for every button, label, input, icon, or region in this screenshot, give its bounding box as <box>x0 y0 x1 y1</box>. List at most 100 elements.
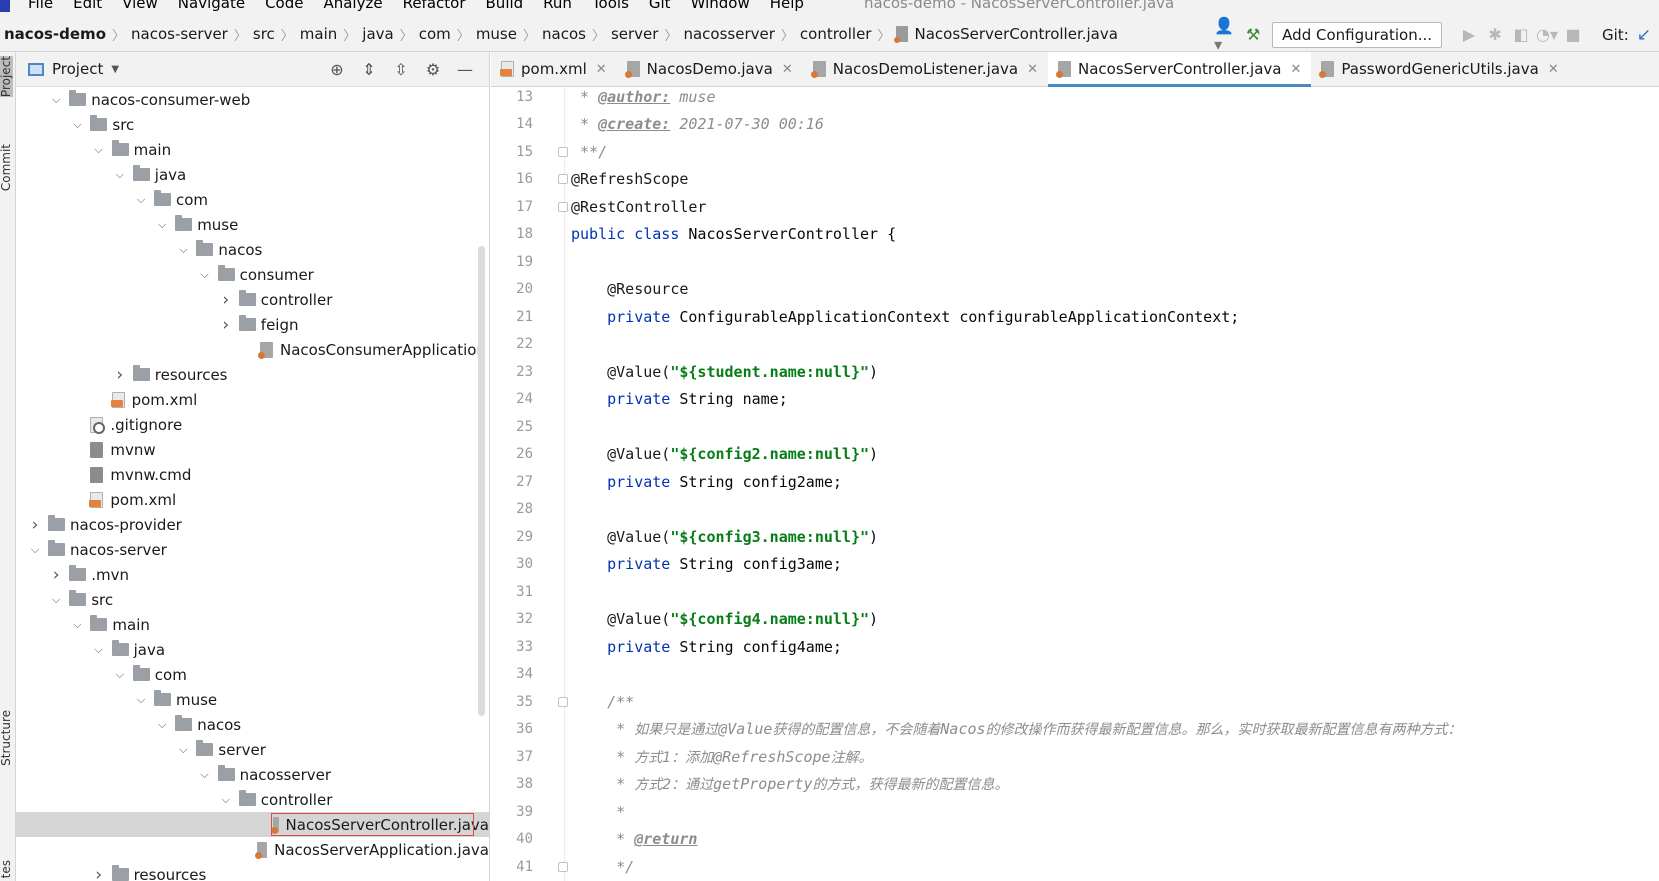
tree-item[interactable]: › resources <box>16 362 489 387</box>
chevron-right-icon[interactable]: › <box>113 365 127 385</box>
tree-item[interactable]: ⌵ main <box>16 137 489 162</box>
breadcrumb-item[interactable]: src <box>253 25 275 43</box>
code-editor[interactable]: 13 * @author: muse 14 * @create: 2021-07-… <box>491 88 1659 881</box>
close-icon[interactable]: ✕ <box>782 62 793 77</box>
close-icon[interactable]: ✕ <box>1548 62 1559 77</box>
chevron-right-icon[interactable]: › <box>49 565 63 585</box>
menu-item-run[interactable]: Run <box>543 0 572 12</box>
chevron-down-icon[interactable]: ⌵ <box>134 193 148 207</box>
close-icon[interactable]: ✕ <box>596 62 607 77</box>
project-tool-tab[interactable]: Project <box>0 56 13 98</box>
breadcrumb-item[interactable]: com <box>419 25 451 43</box>
menu-item-help[interactable]: Help <box>770 0 804 12</box>
tree-item[interactable]: › nacos-provider <box>16 512 489 537</box>
tree-item[interactable]: ⌵ nacos <box>16 237 489 262</box>
menu-item-git[interactable]: Git <box>649 0 671 12</box>
locate-file-icon[interactable]: ⊕ <box>321 60 353 79</box>
tree-item[interactable]: ⌵ main <box>16 612 489 637</box>
tree-item[interactable]: ⌵ server <box>16 737 489 762</box>
tree-item[interactable]: › .mvn <box>16 562 489 587</box>
menu-item-window[interactable]: Window <box>691 0 750 12</box>
fold-marker-icon[interactable] <box>558 696 568 707</box>
breadcrumb-item[interactable]: nacos-server <box>131 25 228 43</box>
chevron-down-icon[interactable]: ⌵ <box>70 618 84 632</box>
menu-item-tools[interactable]: Tools <box>592 0 629 12</box>
fold-marker-icon[interactable] <box>558 146 568 157</box>
chevron-right-icon[interactable]: › <box>219 315 233 335</box>
tree-item[interactable]: ⌵ nacos-consumer-web <box>16 87 489 112</box>
editor-tab[interactable]: pom.xml ✕ <box>491 52 617 86</box>
chevron-right-icon[interactable]: › <box>28 515 42 535</box>
tree-item[interactable]: ⌵ nacos-server <box>16 537 489 562</box>
commit-tool-tab[interactable]: Commit <box>0 144 13 191</box>
chevron-down-icon[interactable]: ⌵ <box>219 793 233 807</box>
tree-item[interactable]: ›pom.xml <box>16 387 489 412</box>
chevron-down-icon[interactable]: ⌵ <box>198 768 212 782</box>
chevron-down-icon[interactable]: ⌵ <box>92 143 106 157</box>
fold-marker-icon[interactable] <box>558 861 568 872</box>
user-icon[interactable]: 👤▾ <box>1214 16 1240 54</box>
menu-item-build[interactable]: Build <box>486 0 524 12</box>
chevron-right-icon[interactable]: › <box>92 865 106 881</box>
chevron-down-icon[interactable]: ⌵ <box>113 668 127 682</box>
menu-item-navigate[interactable]: Navigate <box>178 0 245 12</box>
editor-tab[interactable]: NacosDemoListener.java ✕ <box>803 52 1048 86</box>
tree-item[interactable]: ⌵ src <box>16 112 489 137</box>
profile-icon[interactable]: ◔▾ <box>1534 22 1560 48</box>
menu-item-edit[interactable]: Edit <box>73 0 102 12</box>
tree-item[interactable]: ⌵ nacosserver <box>16 762 489 787</box>
chevron-down-icon[interactable]: ⌵ <box>155 718 169 732</box>
tree-item[interactable]: ›pom.xml <box>16 487 489 512</box>
menu-item-code[interactable]: Code <box>265 0 303 12</box>
coverage-icon[interactable]: ◧ <box>1508 22 1534 48</box>
chevron-down-icon[interactable]: ⌵ <box>49 93 63 107</box>
chevron-down-icon[interactable]: ⌵ <box>176 243 190 257</box>
breadcrumb-item[interactable]: NacosServerController.java <box>914 25 1117 43</box>
build-hammer-icon[interactable]: ⚒ <box>1240 22 1266 48</box>
chevron-down-icon[interactable]: ⌵ <box>49 593 63 607</box>
fold-marker-icon[interactable] <box>558 174 568 185</box>
menu-item-refactor[interactable]: Refactor <box>403 0 466 12</box>
chevron-right-icon[interactable]: › <box>219 290 233 310</box>
breadcrumb-item[interactable]: nacosserver <box>683 25 774 43</box>
chevron-down-icon[interactable]: ⌵ <box>198 268 212 282</box>
add-configuration-button[interactable]: Add Configuration... <box>1272 21 1443 48</box>
tree-item[interactable]: ›NacosConsumerApplication <box>16 337 489 362</box>
tree-item[interactable]: ⌵ muse <box>16 687 489 712</box>
menu-item-analyze[interactable]: Analyze <box>323 0 382 12</box>
breadcrumb-item[interactable]: server <box>611 25 658 43</box>
git-update-icon[interactable]: ↙ <box>1637 25 1651 45</box>
tree-item[interactable]: ⌵ muse <box>16 212 489 237</box>
menu-item-file[interactable]: File <box>28 0 53 12</box>
tree-item[interactable]: ›mvnw.cmd <box>16 462 489 487</box>
structure-tool-tab[interactable]: Structure <box>0 710 13 766</box>
breadcrumb-item[interactable]: nacos <box>542 25 586 43</box>
hide-panel-icon[interactable]: — <box>449 60 481 79</box>
editor-tab[interactable]: NacosDemo.java ✕ <box>617 52 803 86</box>
project-panel-title[interactable]: Project <box>52 60 103 78</box>
editor-tab-active[interactable]: NacosServerController.java ✕ <box>1048 52 1312 87</box>
tree-item[interactable]: › controller <box>16 287 489 312</box>
tree-item[interactable]: ⌵ nacos <box>16 712 489 737</box>
debug-icon[interactable]: ✱ <box>1482 22 1508 48</box>
chevron-down-icon[interactable]: ⌵ <box>176 743 190 757</box>
fold-marker-icon[interactable] <box>558 201 568 212</box>
breadcrumb-item[interactable]: controller <box>800 25 872 43</box>
chevron-down-icon[interactable]: ⌵ <box>28 543 42 557</box>
breadcrumb-item[interactable]: muse <box>476 25 517 43</box>
tree-item[interactable]: ⌵ java <box>16 637 489 662</box>
tree-item[interactable]: ⌵ consumer <box>16 262 489 287</box>
close-icon[interactable]: ✕ <box>1027 62 1038 77</box>
chevron-down-icon[interactable]: ⌵ <box>134 693 148 707</box>
tree-item[interactable]: ›.gitignore <box>16 412 489 437</box>
tree-item[interactable]: ⌵ com <box>16 662 489 687</box>
tree-item[interactable]: › feign <box>16 312 489 337</box>
breadcrumb-item[interactable]: main <box>300 25 337 43</box>
tree-item[interactable]: ⌵ src <box>16 587 489 612</box>
tree-item[interactable]: ›mvnw <box>16 437 489 462</box>
tree-item[interactable]: ⌵ com <box>16 187 489 212</box>
menu-item-view[interactable]: View <box>122 0 158 12</box>
tree-item[interactable]: › resources <box>16 862 489 881</box>
close-icon[interactable]: ✕ <box>1290 62 1301 77</box>
breadcrumb-item[interactable]: java <box>362 25 393 43</box>
